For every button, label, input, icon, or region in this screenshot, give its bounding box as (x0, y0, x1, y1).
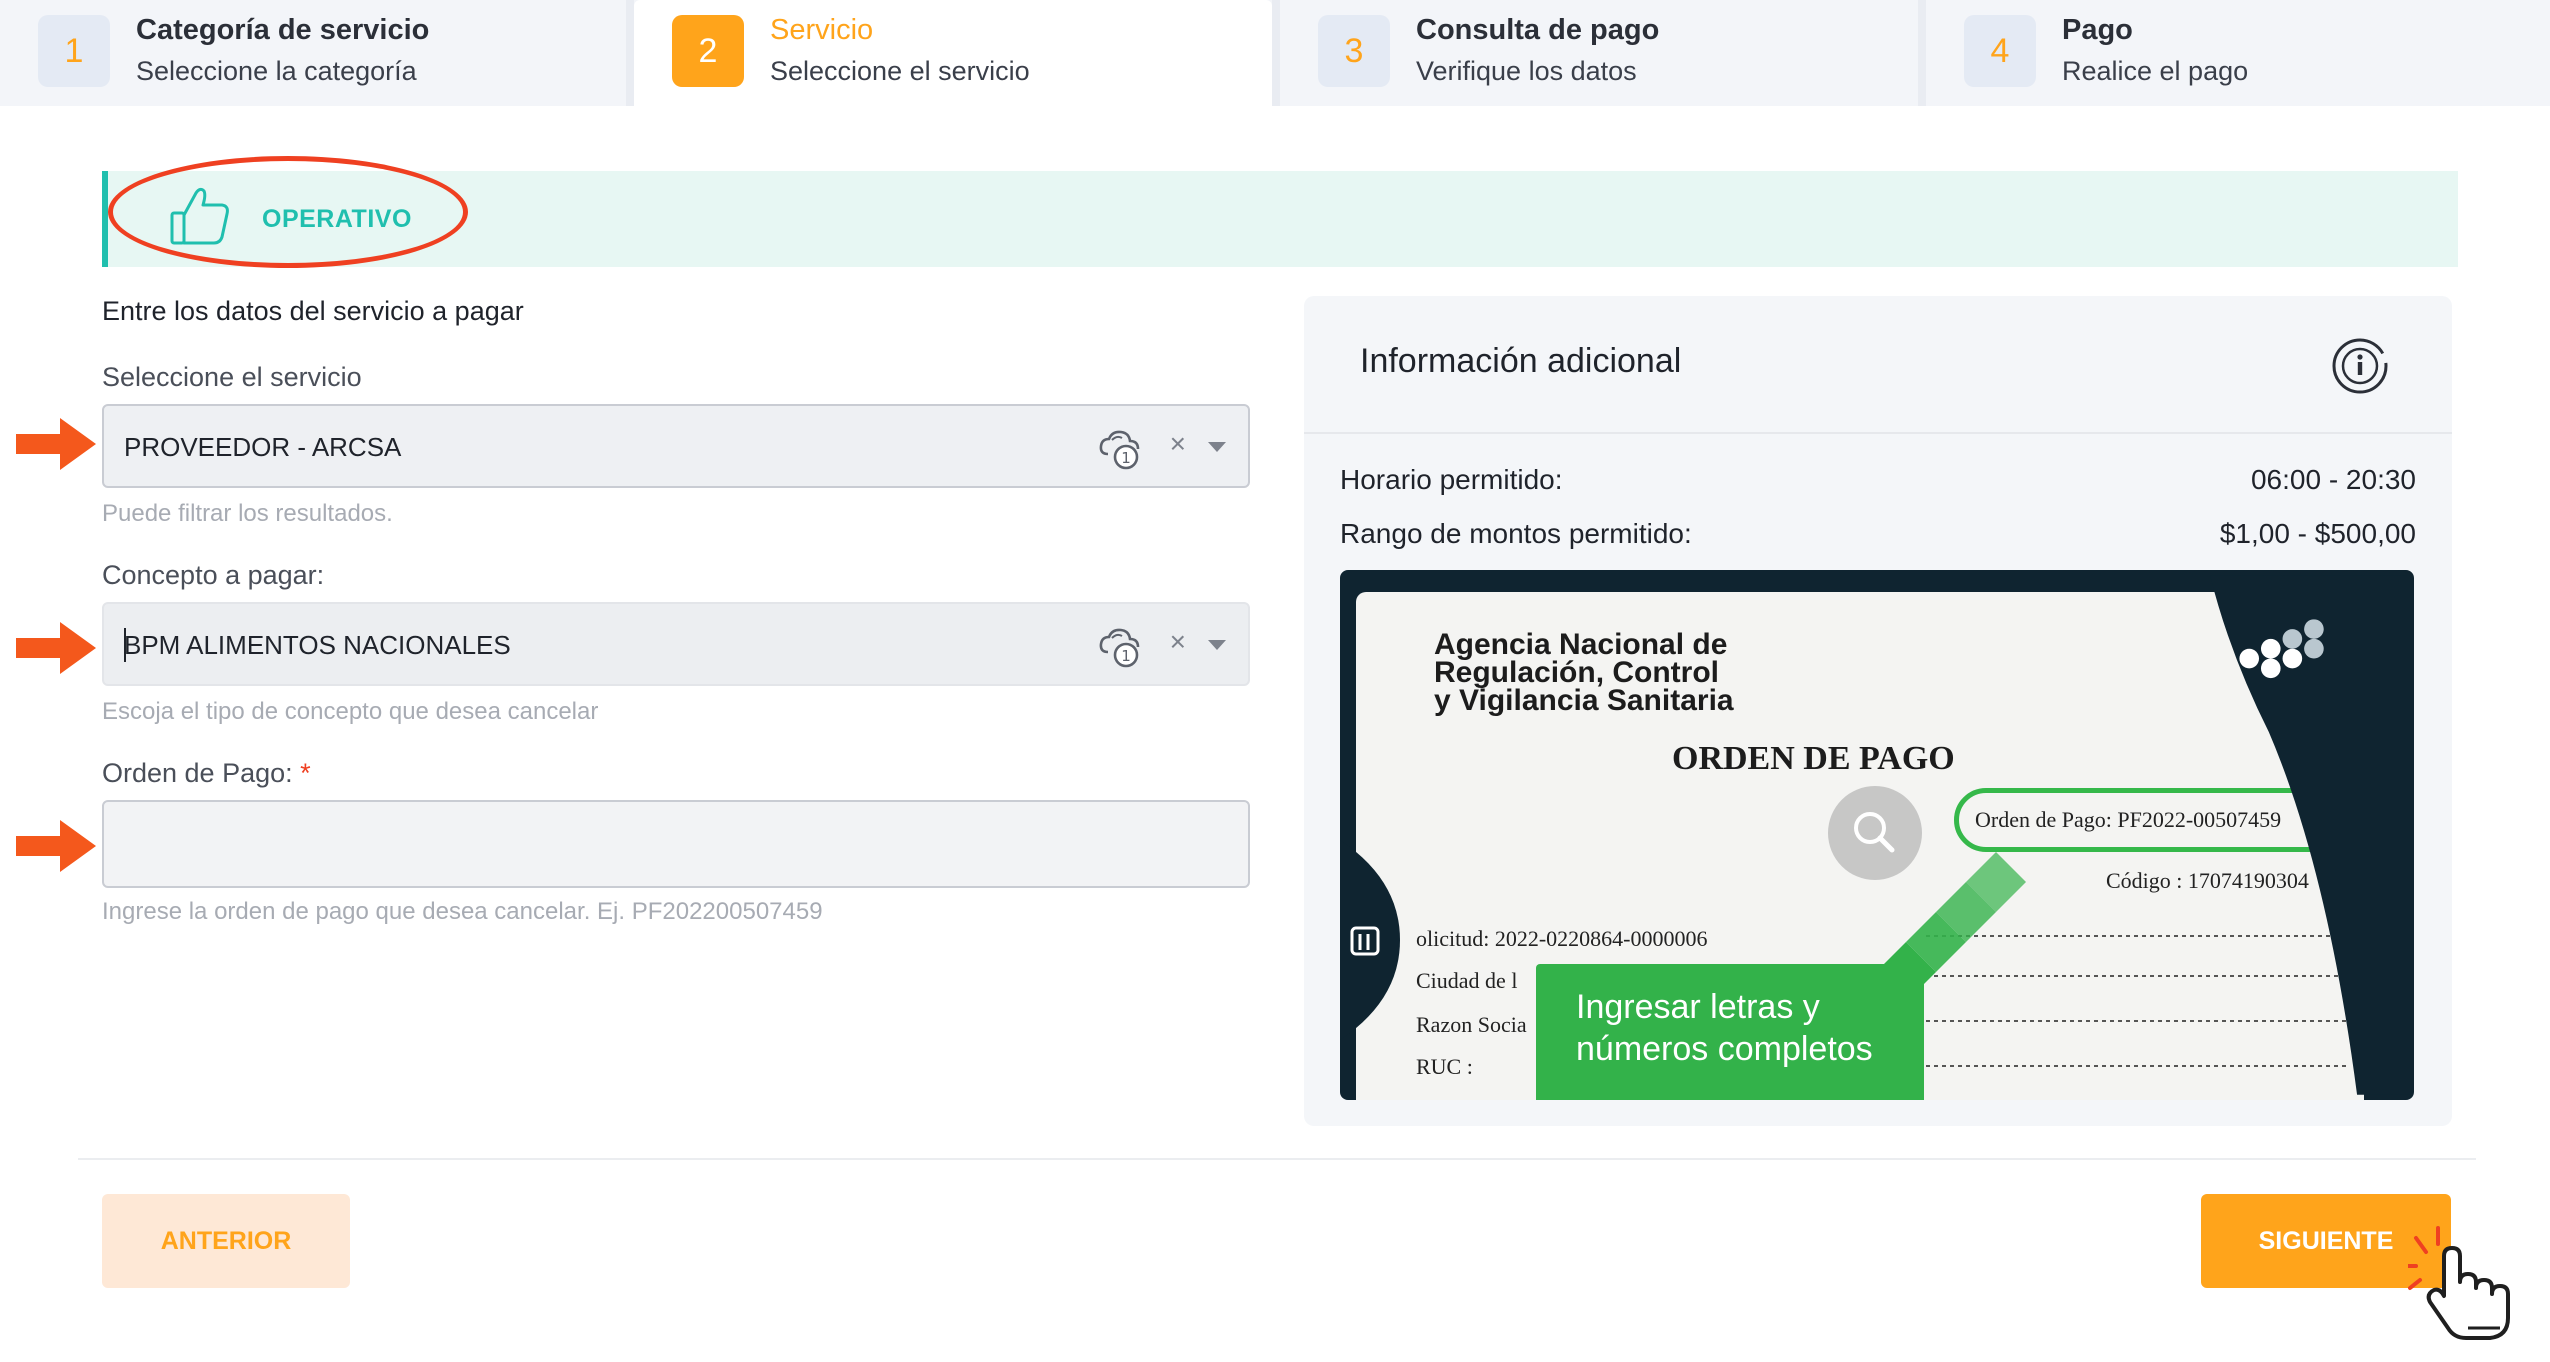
schedule-label: Horario permitido: (1340, 464, 1563, 495)
step-number: 2 (672, 15, 744, 87)
doc-ruc-line: RUC : (1416, 1054, 1473, 1079)
step-number: 4 (1964, 15, 2036, 87)
service-select-value: PROVEEDOR - ARCSA (124, 432, 402, 462)
chevron-down-icon[interactable] (1208, 442, 1226, 452)
clear-icon[interactable]: × (1170, 428, 1186, 460)
annotation-circle (108, 156, 468, 268)
step-number: 1 (38, 15, 110, 87)
step-subtitle: Verifique los datos (1416, 56, 1637, 86)
concept-hint: Escoja el tipo de concepto que desea can… (102, 698, 599, 725)
annotation-arrow-icon (16, 820, 96, 872)
callout-text: Ingresar letras y números completos (1576, 988, 1873, 1068)
step-title: Categoría de servicio (136, 14, 430, 46)
step-title: Servicio (770, 14, 874, 46)
step-separator (626, 0, 634, 106)
annotation-arrow-icon (16, 622, 96, 674)
annotation-arrow-icon (16, 418, 96, 470)
service-select[interactable]: PROVEEDOR - ARCSA 1 × (102, 404, 1250, 488)
doc-business-line: Razon Socia (1416, 1012, 1527, 1037)
amount-row: Rango de montos permitido: $1,00 - $500,… (1340, 518, 2416, 550)
step-subtitle: Seleccione la categoría (136, 56, 417, 86)
order-label-text: Orden de Pago: (102, 758, 293, 788)
concept-select[interactable]: BPM ALIMENTOS NACIONALES 1 × (102, 602, 1250, 686)
cloud-sync-icon: 1 (1099, 430, 1140, 470)
step-separator (1918, 0, 1926, 106)
footer-divider (78, 1158, 2476, 1160)
agency-line: Regulación, Control (1434, 656, 1719, 689)
step-service[interactable]: 2 Servicio Seleccione el servicio (634, 0, 1272, 106)
schedule-value: 06:00 - 20:30 (2250, 464, 2416, 495)
brand-swoosh-icon (2210, 575, 2410, 1095)
stepper: 1 Categoría de servicio Seleccione la ca… (0, 0, 2550, 106)
hand-cursor-icon (2408, 1226, 2510, 1340)
doc-request-line: olicitud: 2022-0220864-0000006 (1416, 926, 1708, 951)
form-heading: Entre los datos del servicio a pagar (102, 296, 524, 326)
step-category[interactable]: 1 Categoría de servicio Seleccione la ca… (0, 0, 626, 106)
previous-button[interactable]: ANTERIOR (102, 1194, 350, 1288)
service-label: Seleccione el servicio (102, 362, 362, 392)
step-number: 3 (1318, 15, 1390, 87)
doc-city-line: Ciudad de l (1416, 968, 1518, 993)
svg-text:1: 1 (1121, 449, 1131, 467)
clear-icon[interactable]: × (1170, 626, 1186, 658)
document-brand-mark-icon (1340, 840, 1400, 1040)
order-label: Orden de Pago: * (102, 758, 311, 789)
agency-line: Agencia Nacional de (1434, 628, 1728, 661)
step-subtitle: Seleccione el servicio (770, 56, 1030, 86)
cloud-sync-icon: 1 (1099, 628, 1140, 668)
step-payment-check[interactable]: 3 Consulta de pago Verifique los datos (1280, 0, 1918, 106)
magnifier-icon[interactable] (1828, 786, 1922, 880)
sample-order-image: Agencia Nacional de Regulación, Control … (1340, 570, 2414, 1100)
agency-line: y Vigilancia Sanitaria (1434, 684, 1734, 717)
step-payment[interactable]: 4 Pago Realice el pago (1926, 0, 2550, 106)
doc-title: ORDEN DE PAGO (1672, 740, 1955, 777)
step-separator (1272, 0, 1280, 106)
info-panel: Información adicional Horario permitido:… (1304, 296, 2452, 1126)
required-mark: * (300, 758, 311, 788)
order-input[interactable] (102, 800, 1250, 888)
step-title: Pago (2062, 14, 2133, 46)
service-hint: Puede filtrar los resultados. (102, 500, 393, 527)
amount-value: $1,00 - $500,00 (2219, 518, 2416, 549)
concept-label: Concepto a pagar: (102, 560, 325, 590)
step-subtitle: Realice el pago (2062, 56, 2249, 86)
order-hint: Ingrese la orden de pago que desea cance… (102, 898, 823, 925)
schedule-row: Horario permitido: 06:00 - 20:30 (1340, 464, 2416, 496)
chevron-down-icon[interactable] (1208, 640, 1226, 650)
amount-label: Rango de montos permitido: (1340, 518, 1692, 549)
info-icon (2332, 338, 2388, 394)
concept-select-value: BPM ALIMENTOS NACIONALES (124, 630, 511, 660)
instruction-callout: Ingresar letras y números completos (1536, 964, 1924, 1100)
info-title: Información adicional (1360, 342, 1682, 380)
step-title: Consulta de pago (1416, 14, 1660, 46)
svg-text:1: 1 (1121, 647, 1131, 665)
info-header: Información adicional (1304, 296, 2452, 434)
